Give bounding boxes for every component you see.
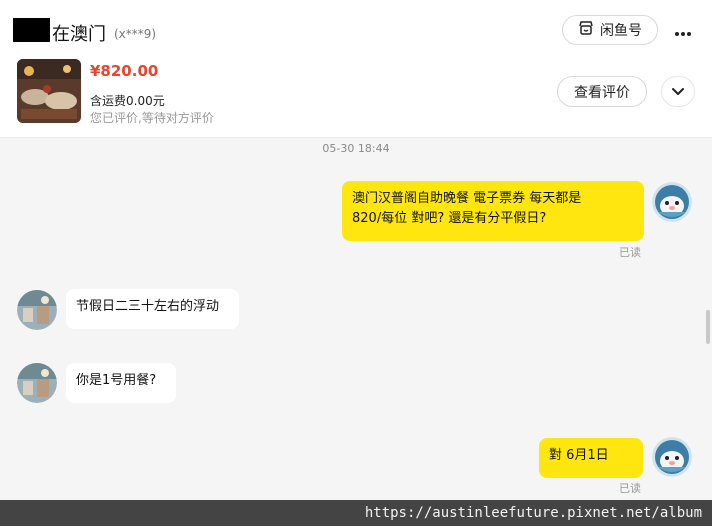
- shipping-fee: 含运费0.00元: [90, 94, 165, 108]
- message-bubble-received[interactable]: 你是1号用餐?: [66, 363, 176, 403]
- view-review-button[interactable]: 查看评价: [557, 76, 647, 107]
- chat-window: 在澳门 (x***9) 闲鱼号 ¥820.00 含运费0.00元 您已评价,等待…: [0, 0, 712, 526]
- chat-header: 在澳门 (x***9) 闲鱼号: [0, 0, 712, 62]
- product-thumbnail[interactable]: [17, 59, 81, 123]
- message-timestamp: 05-30 18:44: [322, 142, 390, 155]
- expand-button[interactable]: [661, 76, 695, 107]
- my-avatar[interactable]: [652, 182, 692, 222]
- watermark-url: https://austinleefuture.pixnet.net/album: [0, 500, 712, 526]
- store-icon: [578, 20, 594, 40]
- more-options-button[interactable]: [672, 20, 694, 42]
- message-bubble-received[interactable]: 节假日二三十左右的浮动: [66, 289, 239, 329]
- message-bubble-sent[interactable]: 澳门汉普阁自助晚餐 電子票券 每天都是 820/每位 對吧? 還是有分平假日?: [342, 181, 644, 241]
- seller-avatar[interactable]: [17, 290, 57, 330]
- message-line: 820/每位 對吧? 還是有分平假日?: [352, 211, 547, 226]
- read-status: 已读: [619, 482, 641, 495]
- product-card[interactable]: ¥820.00 含运费0.00元 您已评价,等待对方评价 查看评价: [0, 56, 712, 138]
- redacted-username: [13, 18, 50, 42]
- more-horizontal-icon: [674, 22, 692, 41]
- read-status: 已读: [619, 246, 641, 259]
- review-status-text: 您已评价,等待对方评价: [90, 111, 214, 125]
- chat-title: 在澳门: [52, 24, 106, 45]
- chat-scrollbar[interactable]: [706, 310, 710, 344]
- my-avatar[interactable]: [652, 437, 692, 477]
- xianyu-button-label: 闲鱼号: [600, 23, 642, 39]
- message-bubble-sent[interactable]: 對 6月1日: [539, 438, 643, 478]
- message-line: 澳门汉普阁自助晚餐 電子票券 每天都是: [352, 191, 582, 206]
- product-price: ¥820.00: [90, 62, 159, 80]
- chevron-down-icon: [671, 82, 685, 101]
- xianyu-id-button[interactable]: 闲鱼号: [562, 15, 658, 45]
- seller-avatar[interactable]: [17, 363, 57, 403]
- masked-user-id: (x***9): [114, 27, 157, 41]
